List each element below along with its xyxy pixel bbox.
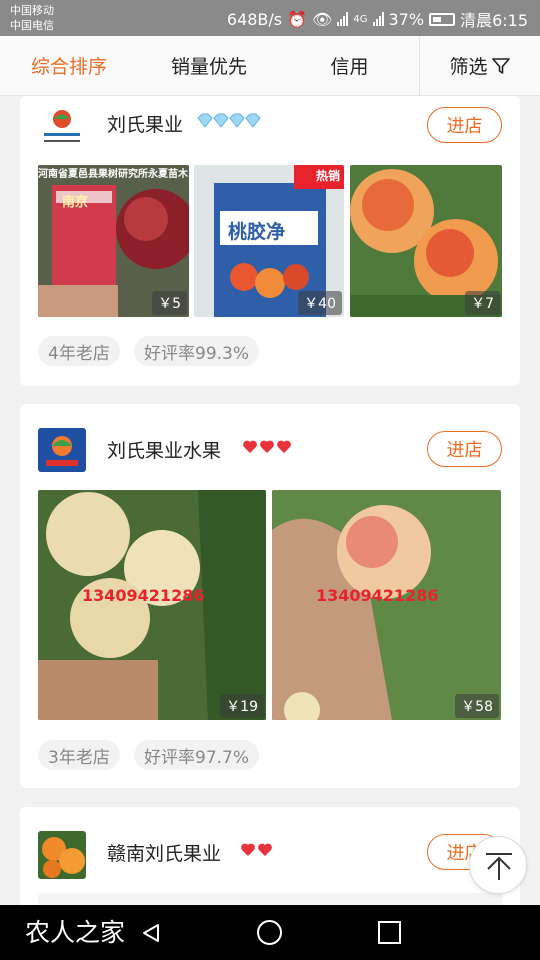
peach-photo bbox=[272, 490, 501, 720]
filter-button[interactable]: 筛选 bbox=[419, 36, 540, 95]
carrier-info: 中国移动 中国电信 bbox=[10, 3, 54, 33]
shop-card[interactable]: 刘氏果业水果 进店 13409421286 ￥19 13409421286 ￥5… bbox=[20, 404, 520, 788]
photo-label: 南京 bbox=[62, 195, 89, 210]
tab-sales[interactable]: 销量优先 bbox=[138, 36, 280, 95]
battery-icon bbox=[429, 12, 456, 26]
sort-bar: 综合排序 销量优先 信用 筛选 bbox=[0, 36, 540, 96]
shop-name: 刘氏果业 bbox=[107, 114, 184, 136]
status-icons: 648B/s ⏰ 👁 4G 37% 清晨6:15 bbox=[227, 7, 528, 31]
hot-sale-label: 热销 bbox=[315, 169, 340, 183]
filter-label: 筛选 bbox=[449, 56, 488, 78]
battery-level: 37% bbox=[388, 9, 425, 29]
net-speed: 648B/s bbox=[226, 9, 283, 29]
carrier-2: 中国电信 bbox=[10, 19, 54, 32]
product-thumb[interactable]: 13409421286 ￥58 bbox=[272, 490, 501, 720]
rating-tag: 好评率97.7% bbox=[134, 740, 260, 770]
eye-icon: 👁 bbox=[312, 9, 333, 29]
diamond-icon bbox=[197, 113, 261, 128]
photo-caption: 河南省夏邑县果树研究所永夏苗木 bbox=[38, 169, 188, 180]
enter-shop-button[interactable]: 进店 bbox=[427, 107, 502, 143]
heart-icon bbox=[241, 843, 272, 856]
product-thumb[interactable]: ￥7 bbox=[350, 165, 502, 317]
product-price: ￥5 bbox=[152, 291, 187, 315]
diamond-badges bbox=[197, 113, 263, 133]
shop-name: 赣南刘氏果业 bbox=[107, 843, 222, 865]
tab-comprehensive[interactable]: 综合排序 bbox=[0, 36, 138, 95]
shop-card[interactable]: 刘氏果业 进店 河南省夏邑县果树研究所永夏苗木 南京 ￥5 热销 桃胶净 ￥40… bbox=[20, 96, 520, 386]
peach-photo bbox=[38, 490, 266, 720]
home-icon[interactable] bbox=[257, 920, 282, 945]
funnel-icon bbox=[491, 57, 510, 74]
phone-watermark: 13409421286 bbox=[82, 586, 205, 605]
heart-icon bbox=[243, 440, 291, 453]
brand-watermark: 农人之家 bbox=[25, 918, 126, 947]
phone-watermark: 13409421286 bbox=[316, 586, 439, 605]
signal-icon bbox=[337, 12, 349, 26]
shop-name: 刘氏果业水果 bbox=[107, 440, 222, 462]
shop-age-tag: 3年老店 bbox=[38, 740, 120, 770]
back-icon[interactable] bbox=[140, 922, 162, 944]
product-price: ￥58 bbox=[455, 694, 499, 718]
product-thumb[interactable]: 河南省夏邑县果树研究所永夏苗木 南京 ￥5 bbox=[38, 165, 189, 317]
tab-credit[interactable]: 信用 bbox=[280, 36, 419, 95]
enter-shop-button[interactable]: 进店 bbox=[427, 431, 502, 467]
alarm-icon: ⏰ bbox=[287, 9, 308, 29]
clock: 清晨6:15 bbox=[460, 11, 528, 30]
status-bar: 中国移动 中国电信 648B/s ⏰ 👁 4G 37% 清晨6:15 bbox=[0, 0, 540, 36]
recent-apps-icon[interactable] bbox=[378, 921, 401, 944]
arrow-up-icon bbox=[486, 853, 512, 880]
network-type: 4G bbox=[353, 13, 368, 25]
package-label: 桃胶净 bbox=[228, 221, 286, 243]
back-to-top-button[interactable] bbox=[469, 836, 527, 894]
shop-logo bbox=[38, 831, 86, 879]
product-price: ￥7 bbox=[465, 291, 500, 315]
product-thumb[interactable]: 热销 桃胶净 ￥40 bbox=[194, 165, 344, 317]
shop-logo bbox=[38, 428, 86, 472]
shop-age-tag: 4年老店 bbox=[38, 336, 120, 366]
rating-tag: 好评率99.3% bbox=[134, 336, 260, 366]
product-price: ￥19 bbox=[220, 694, 264, 718]
signal-icon-2 bbox=[372, 12, 384, 26]
shop-logo bbox=[38, 102, 86, 150]
carrier-1: 中国移动 bbox=[10, 4, 54, 17]
product-thumb[interactable]: 13409421286 ￥19 bbox=[38, 490, 266, 720]
product-price: ￥40 bbox=[298, 291, 342, 315]
